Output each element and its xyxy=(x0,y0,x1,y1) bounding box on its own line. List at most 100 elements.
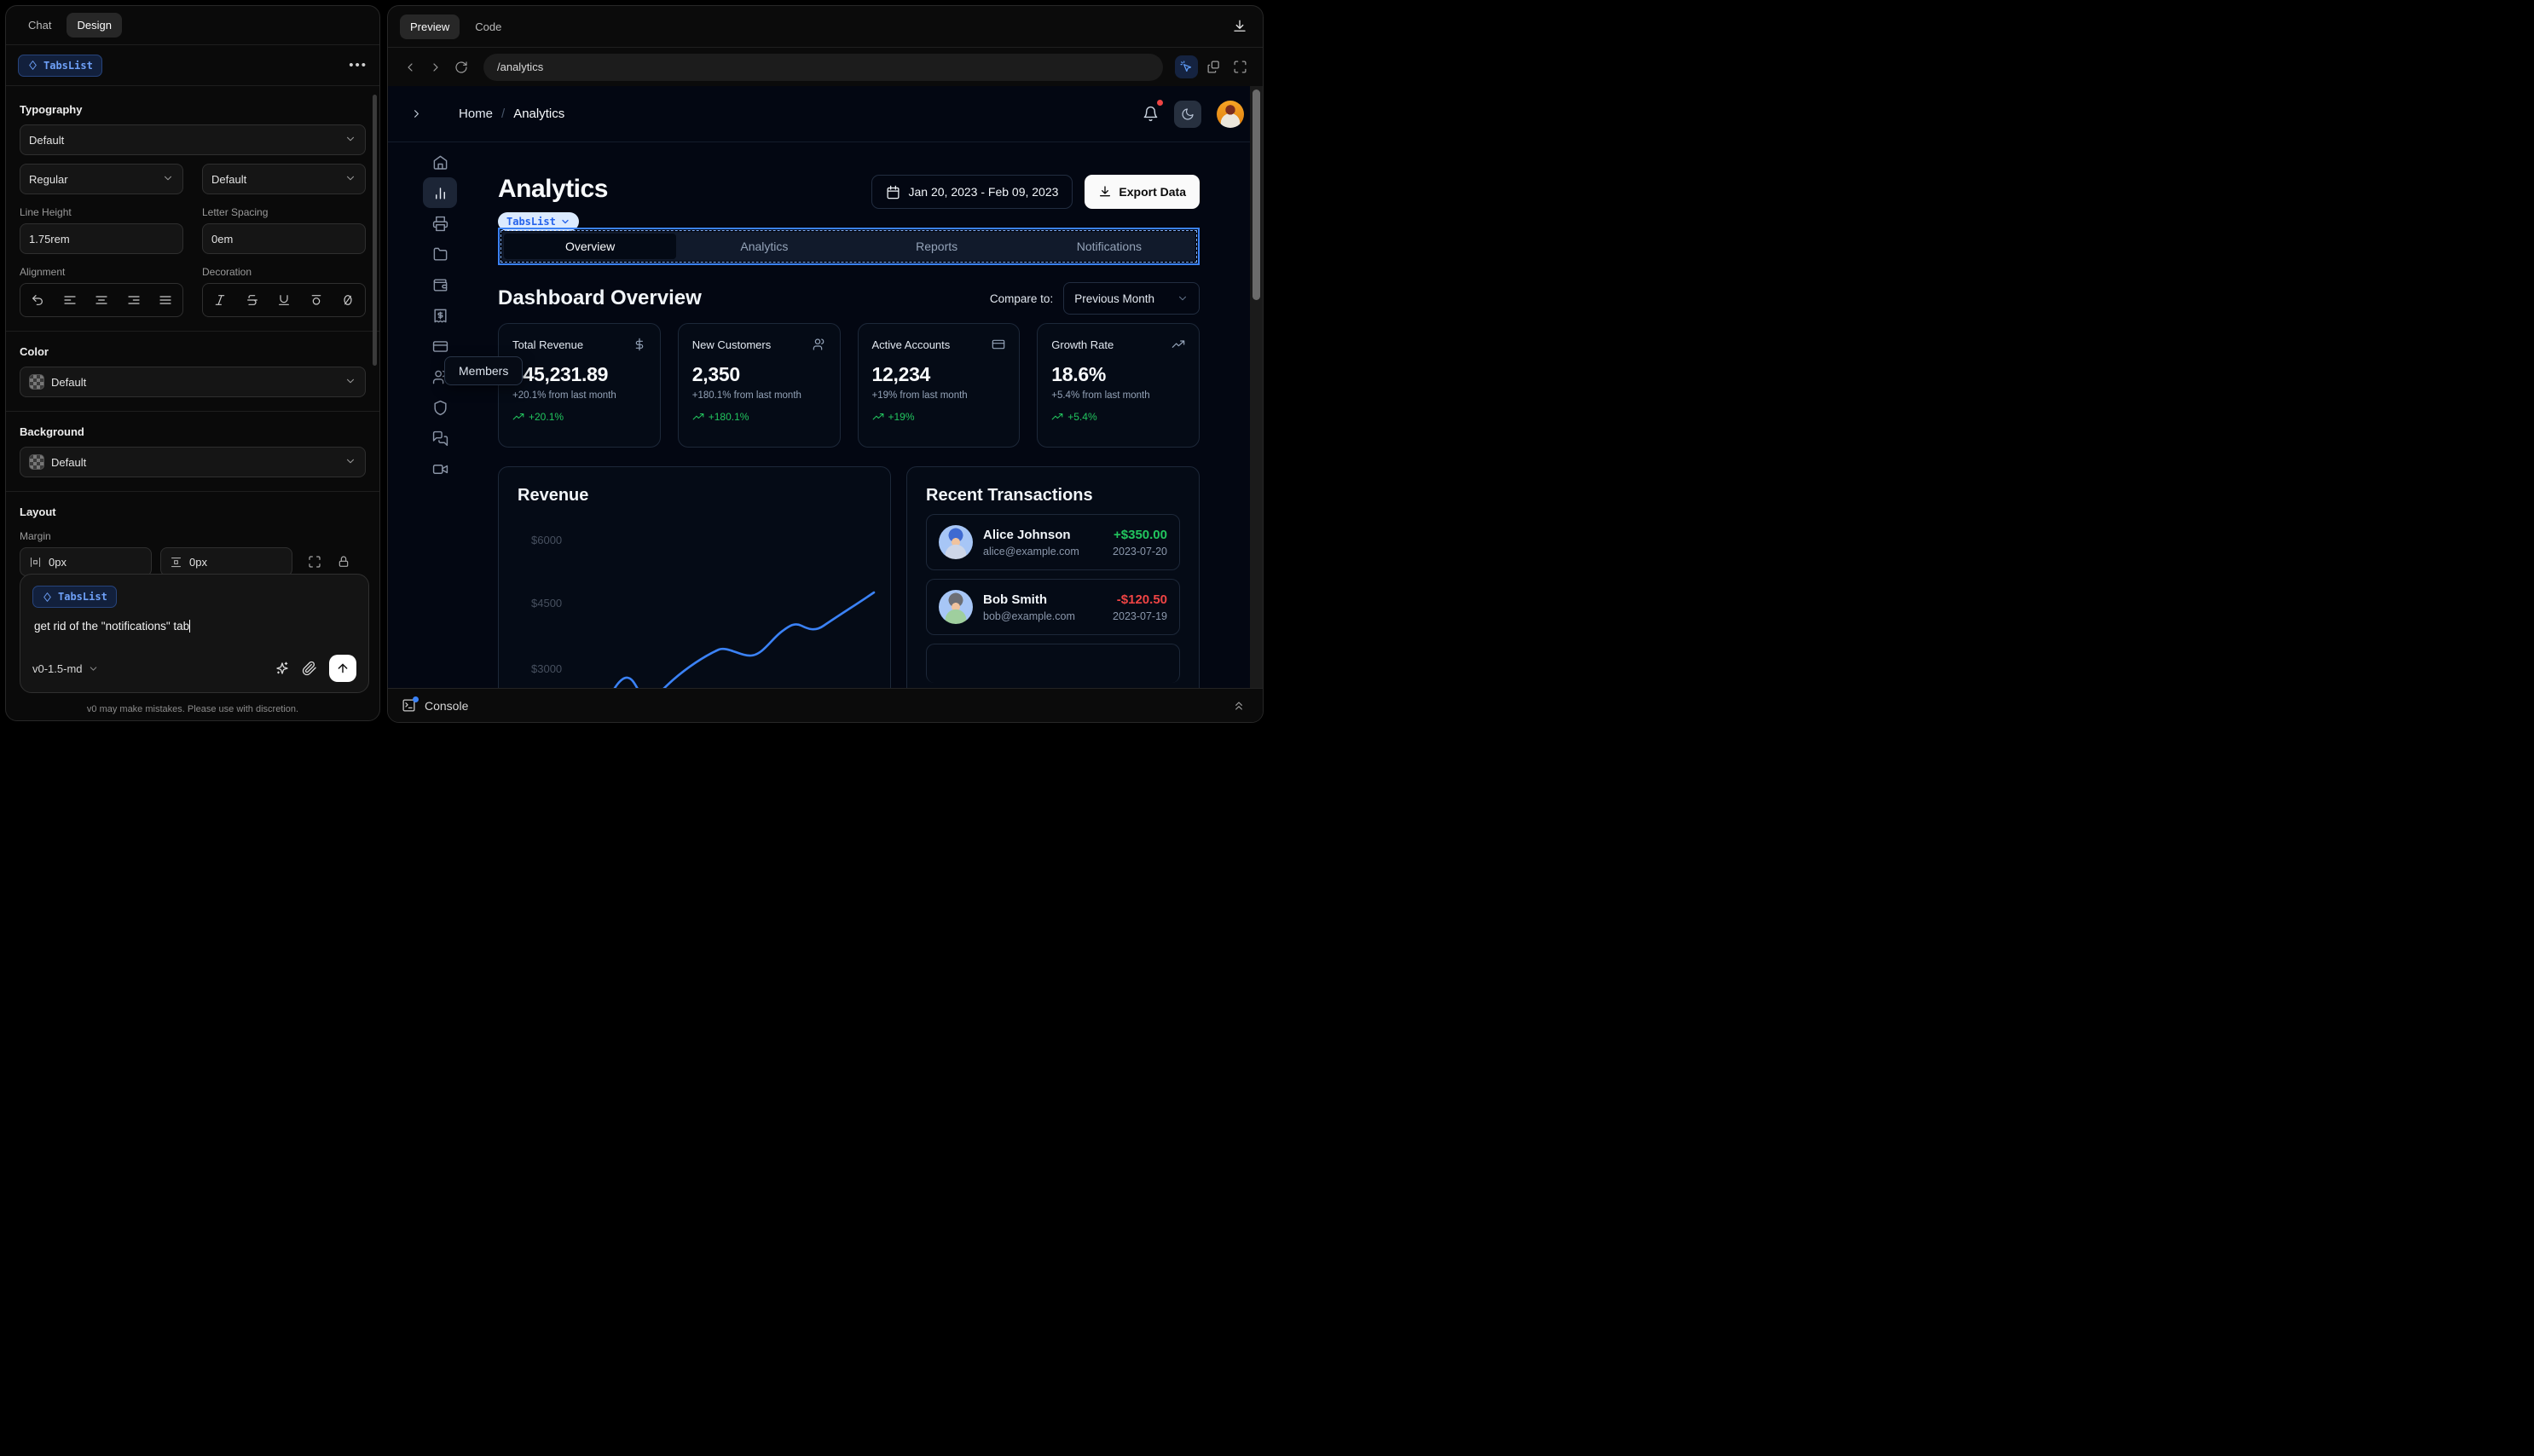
chevron-down-icon xyxy=(344,455,356,470)
composer-input[interactable]: get rid of the "notifications" tab xyxy=(34,620,355,633)
rail-messages-icon[interactable] xyxy=(425,423,455,454)
rail-home-icon[interactable] xyxy=(425,147,455,177)
align-justify-icon[interactable] xyxy=(159,293,172,307)
rail-security-icon[interactable] xyxy=(425,392,455,423)
fullscreen-icon[interactable] xyxy=(1229,56,1251,78)
compare-label: Compare to: xyxy=(989,292,1054,305)
user-avatar[interactable] xyxy=(1217,100,1244,128)
design-panel: Chat Design TabsList ••• Typography Defa… xyxy=(5,5,380,721)
reset-alignment-icon[interactable] xyxy=(31,293,44,307)
tab-preview[interactable]: Preview xyxy=(400,14,460,39)
enhance-prompt-icon[interactable] xyxy=(275,661,290,676)
tab-overview[interactable]: Overview xyxy=(504,234,677,259)
line-height-input[interactable]: 1.75rem xyxy=(20,223,183,254)
font-size-select[interactable]: Default xyxy=(202,164,366,194)
download-icon[interactable] xyxy=(1229,15,1251,38)
preview-viewport: Home / Analytics Members Analytics TabsL… xyxy=(388,86,1263,688)
strikethrough-icon[interactable] xyxy=(246,293,259,307)
rail-wallet-icon[interactable] xyxy=(425,269,455,300)
revenue-line-chart xyxy=(613,591,876,688)
alignment-group xyxy=(20,283,183,317)
transaction-amount: +$350.00 xyxy=(1114,527,1167,542)
users-icon xyxy=(813,338,826,351)
transaction-row[interactable]: Alice Johnson alice@example.com +$350.00… xyxy=(926,514,1180,570)
no-decoration-icon[interactable] xyxy=(341,293,355,307)
align-left-icon[interactable] xyxy=(63,293,77,307)
v0-workspace: Chat Design TabsList ••• Typography Defa… xyxy=(0,0,1267,728)
trend-up-icon xyxy=(512,413,524,420)
diamond-icon xyxy=(29,61,37,70)
letter-spacing-input[interactable]: 0em xyxy=(202,223,366,254)
selected-component-chip[interactable]: TabsList xyxy=(18,54,102,77)
more-options-icon[interactable]: ••• xyxy=(349,58,367,72)
rail-files-icon[interactable] xyxy=(425,239,455,269)
panel-scrollbar[interactable] xyxy=(373,95,377,366)
align-center-icon[interactable] xyxy=(95,293,108,307)
back-icon[interactable] xyxy=(400,57,420,78)
tab-chat[interactable]: Chat xyxy=(18,13,61,38)
compare-select[interactable]: Previous Month xyxy=(1063,282,1200,315)
italic-icon[interactable] xyxy=(213,293,227,307)
stat-card-new-customers: New Customers 2,350 +180.1% from last mo… xyxy=(677,323,841,448)
margin-label: Margin xyxy=(20,530,51,542)
console-expand-icon[interactable] xyxy=(1229,696,1249,716)
rail-video-icon[interactable] xyxy=(425,454,455,484)
rail-analytics-icon[interactable] xyxy=(423,177,457,208)
design-controls: Typography Default Regular Default Line … xyxy=(6,86,379,634)
console-label: Console xyxy=(425,698,469,713)
console-bar[interactable]: Console xyxy=(388,688,1263,722)
credit-card-icon xyxy=(992,338,1005,351)
scrollbar-thumb[interactable] xyxy=(1253,90,1260,300)
font-weight-select[interactable]: Regular xyxy=(20,164,183,194)
composer-component-chip[interactable]: TabsList xyxy=(32,586,117,608)
model-select[interactable]: v0-1.5-md xyxy=(32,662,99,675)
transaction-row[interactable]: Bob Smith bob@example.com -$120.50 2023-… xyxy=(926,579,1180,635)
underline-icon[interactable] xyxy=(277,293,291,307)
typography-heading: Typography xyxy=(20,103,83,116)
tab-notifications[interactable]: Notifications xyxy=(1023,232,1195,261)
rail-invoices-icon[interactable] xyxy=(425,208,455,239)
lock-margin-icon[interactable] xyxy=(337,555,350,569)
transaction-amount: -$120.50 xyxy=(1116,592,1167,607)
chevron-down-icon xyxy=(1178,296,1187,301)
tab-code[interactable]: Code xyxy=(465,14,512,39)
forward-icon[interactable] xyxy=(425,57,446,78)
stat-card-growth-rate: Growth Rate 18.6% +5.4% from last month … xyxy=(1037,323,1200,448)
export-data-button[interactable]: Export Data xyxy=(1085,175,1200,209)
tab-reports[interactable]: Reports xyxy=(851,232,1023,261)
margin-y-input[interactable]: 0px xyxy=(160,547,292,576)
background-select[interactable]: Default xyxy=(20,447,366,477)
letter-spacing-label: Letter Spacing xyxy=(202,206,269,218)
selected-component-label: TabsList xyxy=(43,59,93,72)
background-heading: Background xyxy=(20,425,84,438)
inspect-cursor-icon[interactable] xyxy=(1175,55,1198,78)
margin-x-input[interactable]: 0px xyxy=(20,547,152,576)
transactions-title: Recent Transactions xyxy=(926,486,1093,505)
trending-up-icon xyxy=(1172,338,1185,351)
align-right-icon[interactable] xyxy=(127,293,141,307)
expand-margin-icon[interactable] xyxy=(308,555,321,569)
chevron-down-icon xyxy=(90,666,96,671)
chevron-down-icon xyxy=(562,219,569,224)
attach-file-icon[interactable] xyxy=(302,661,317,676)
sidebar-expand-icon[interactable] xyxy=(407,104,426,124)
trend-up-icon xyxy=(692,413,704,420)
tab-design[interactable]: Design xyxy=(67,13,122,38)
rail-receipts-icon[interactable] xyxy=(425,300,455,331)
refresh-icon[interactable] xyxy=(451,57,472,78)
send-button[interactable] xyxy=(329,655,356,682)
tab-analytics[interactable]: Analytics xyxy=(678,232,850,261)
date-range-picker[interactable]: Jan 20, 2023 - Feb 09, 2023 xyxy=(871,175,1073,209)
breadcrumb-home[interactable]: Home xyxy=(459,107,493,121)
font-family-select[interactable]: Default xyxy=(20,124,366,155)
color-select[interactable]: Default xyxy=(20,367,366,397)
url-input[interactable]: /analytics xyxy=(483,53,1163,81)
tabs-list: Overview Analytics Reports Notifications xyxy=(502,232,1195,261)
recent-transactions-card: Recent Transactions Alice Johnson alice@… xyxy=(906,466,1200,688)
console-activity-dot xyxy=(413,696,419,702)
chat-composer: TabsList get rid of the "notifications" … xyxy=(20,574,369,693)
copy-icon[interactable] xyxy=(1203,56,1224,78)
margin-horizontal-icon xyxy=(29,556,42,569)
preview-scrollbar[interactable] xyxy=(1250,86,1263,688)
overline-icon[interactable] xyxy=(310,293,323,307)
